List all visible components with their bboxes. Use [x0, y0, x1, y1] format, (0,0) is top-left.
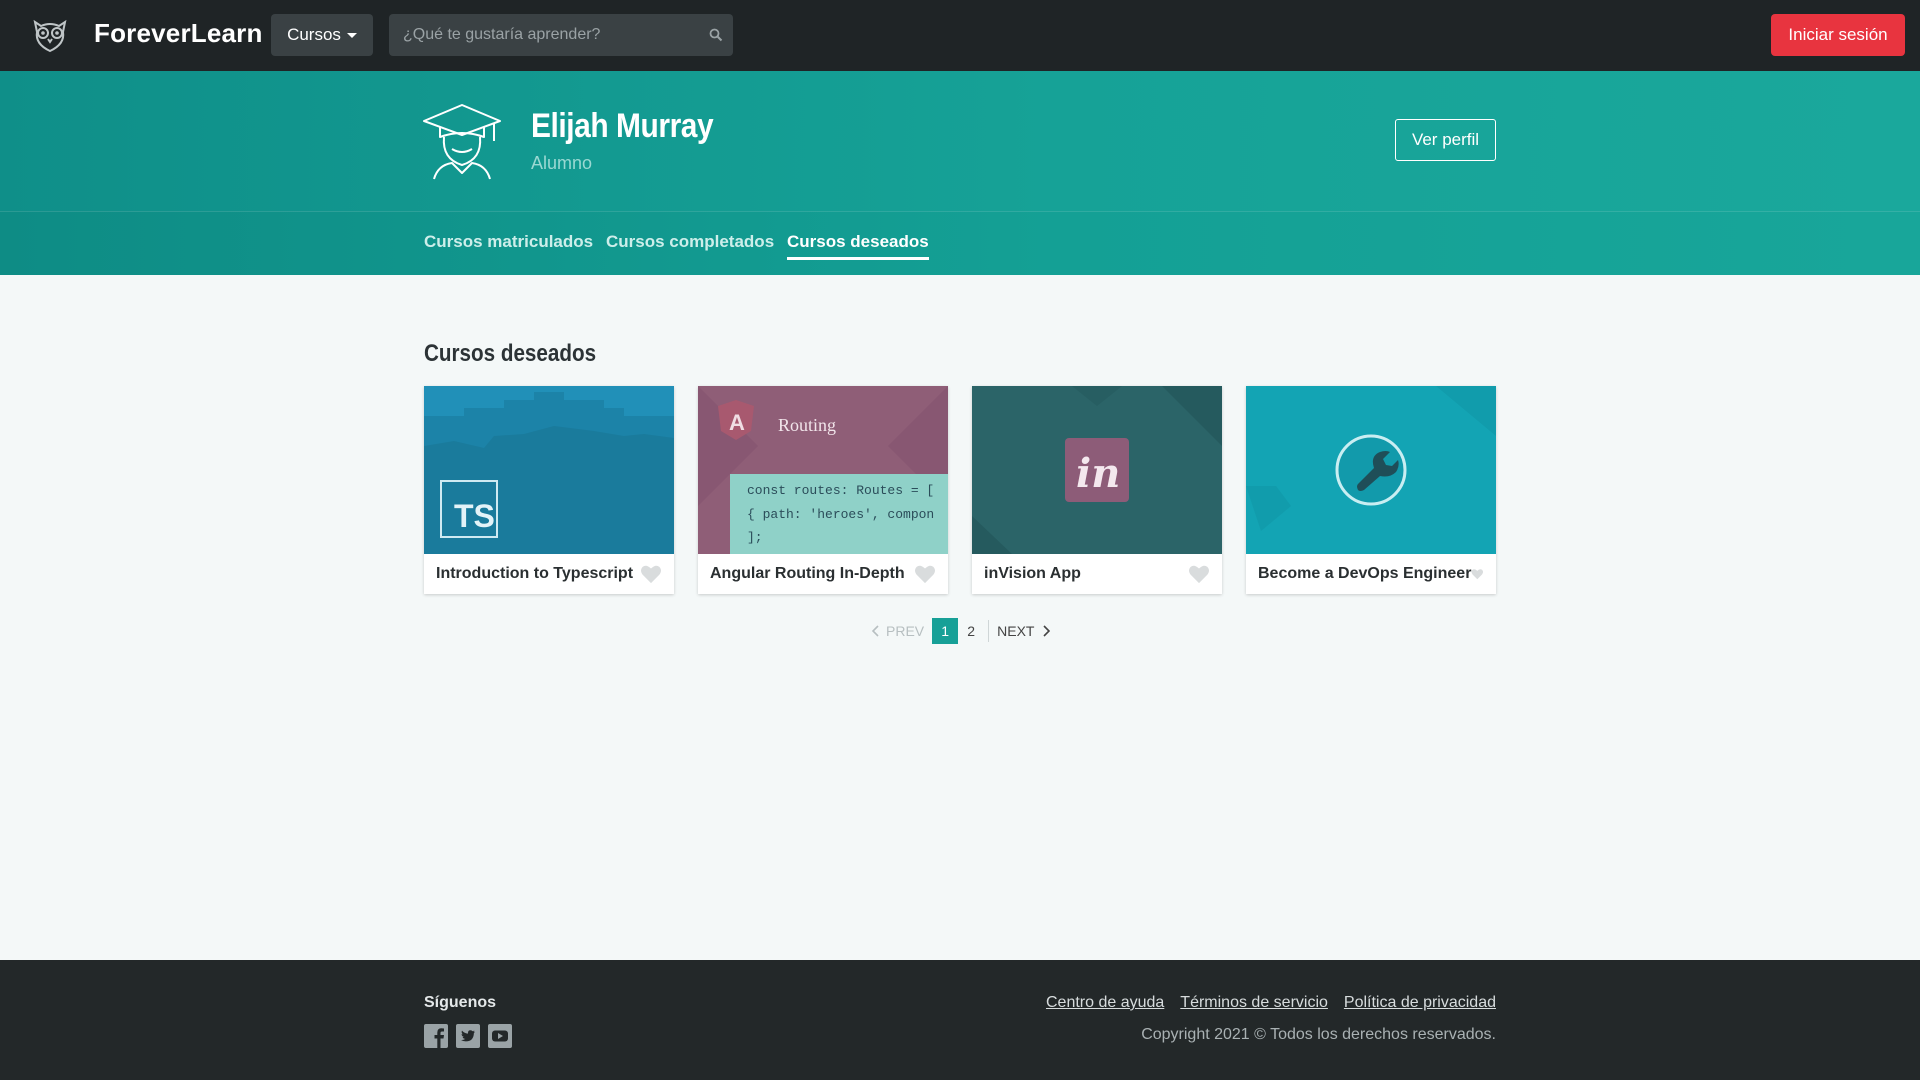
- page-number-1[interactable]: 1: [932, 618, 959, 644]
- heart-icon[interactable]: [1188, 564, 1210, 584]
- site-footer: Síguenos Centro de ayuda Términos de ser…: [0, 960, 1920, 1080]
- tab-enrolled-courses[interactable]: Cursos matriculados: [424, 232, 593, 257]
- prev-page-button[interactable]: PREV: [872, 623, 932, 639]
- course-thumbnail: [1246, 386, 1496, 554]
- course-card-footer: Angular Routing In-Depth: [698, 554, 948, 594]
- profile-role: Alumno: [531, 153, 593, 173]
- search-icon[interactable]: [699, 14, 733, 56]
- heart-icon[interactable]: [640, 564, 662, 584]
- code-line: { path: 'heroes', compon: [747, 507, 934, 522]
- view-profile-button[interactable]: Ver perfil: [1395, 119, 1496, 161]
- next-page-button[interactable]: NEXT: [993, 623, 1051, 639]
- twitter-icon[interactable]: [456, 1024, 480, 1048]
- chevron-left-icon: [872, 625, 879, 637]
- code-line: ];: [747, 530, 763, 545]
- chevron-right-icon: [1043, 625, 1051, 637]
- course-card-footer: Become a DevOps Engineer: [1246, 554, 1496, 594]
- course-title: inVision App: [984, 565, 1081, 582]
- code-line: const routes: Routes = [: [747, 483, 934, 498]
- course-thumb-label: TS: [454, 498, 495, 534]
- course-card[interactable]: A Routing const routes: Routes = [ { pat…: [698, 386, 948, 594]
- section-title: Cursos deseados: [424, 340, 597, 367]
- pager-divider: [988, 620, 990, 642]
- copyright-text: Copyright 2021 © Todos los derechos rese…: [1141, 1026, 1496, 1043]
- course-card[interactable]: in inVision App: [972, 386, 1222, 594]
- terms-of-service-link[interactable]: Términos de servicio: [1180, 994, 1328, 1012]
- svg-text:A: A: [729, 410, 745, 435]
- profile-tabs: Cursos matriculados Cursos completados C…: [0, 211, 1920, 275]
- privacy-policy-link[interactable]: Política de privacidad: [1344, 994, 1496, 1012]
- youtube-icon[interactable]: [488, 1024, 512, 1048]
- pagination: PREV 1 2 NEXT: [872, 618, 1051, 644]
- tab-wishlist-courses[interactable]: Cursos deseados: [787, 232, 929, 260]
- top-navbar: ForeverLearn Cursos Iniciar sesión: [0, 0, 1920, 71]
- tab-completed-courses[interactable]: Cursos completados: [606, 232, 774, 257]
- course-title: Angular Routing In-Depth: [710, 565, 905, 582]
- course-thumbnail: in: [972, 386, 1222, 554]
- course-title: Introduction to Typescript: [436, 565, 634, 582]
- prev-page-label: PREV: [886, 623, 925, 639]
- footer-links: Centro de ayuda Términos de servicio Pol…: [1046, 994, 1496, 1012]
- facebook-icon[interactable]: [424, 1024, 448, 1048]
- search-input[interactable]: [389, 14, 699, 56]
- page-number-2[interactable]: 2: [958, 618, 984, 644]
- course-thumb-label: Routing: [778, 415, 836, 435]
- course-thumbnail: A Routing const routes: Routes = [ { pat…: [698, 386, 948, 554]
- caret-down-icon: [346, 32, 357, 38]
- course-title: Become a DevOps Engineer: [1258, 565, 1472, 582]
- course-card-footer: Introduction to Typescript: [424, 554, 674, 594]
- courses-menu-label: Cursos: [287, 25, 341, 44]
- course-thumb-label: in: [1076, 450, 1120, 497]
- courses-menu-button[interactable]: Cursos: [271, 14, 373, 56]
- heart-icon[interactable]: [1471, 564, 1484, 584]
- search-bar: [389, 14, 733, 56]
- course-card[interactable]: TS Introduction to Typescript: [424, 386, 674, 594]
- owl-icon[interactable]: [30, 16, 70, 56]
- next-page-label: NEXT: [997, 623, 1035, 639]
- help-center-link[interactable]: Centro de ayuda: [1046, 994, 1164, 1012]
- course-card[interactable]: Become a DevOps Engineer: [1246, 386, 1496, 594]
- profile-header: Elijah Murray Alumno Ver perfil: [0, 71, 1920, 211]
- course-thumbnail: TS: [424, 386, 674, 554]
- heart-icon[interactable]: [914, 564, 936, 584]
- brand-name[interactable]: ForeverLearn: [94, 18, 263, 49]
- profile-name: Elijah Murray: [531, 107, 714, 145]
- follow-us-label: Síguenos: [424, 994, 497, 1011]
- login-button[interactable]: Iniciar sesión: [1771, 14, 1905, 56]
- course-card-footer: inVision App: [972, 554, 1222, 594]
- graduate-avatar-icon: [423, 104, 501, 180]
